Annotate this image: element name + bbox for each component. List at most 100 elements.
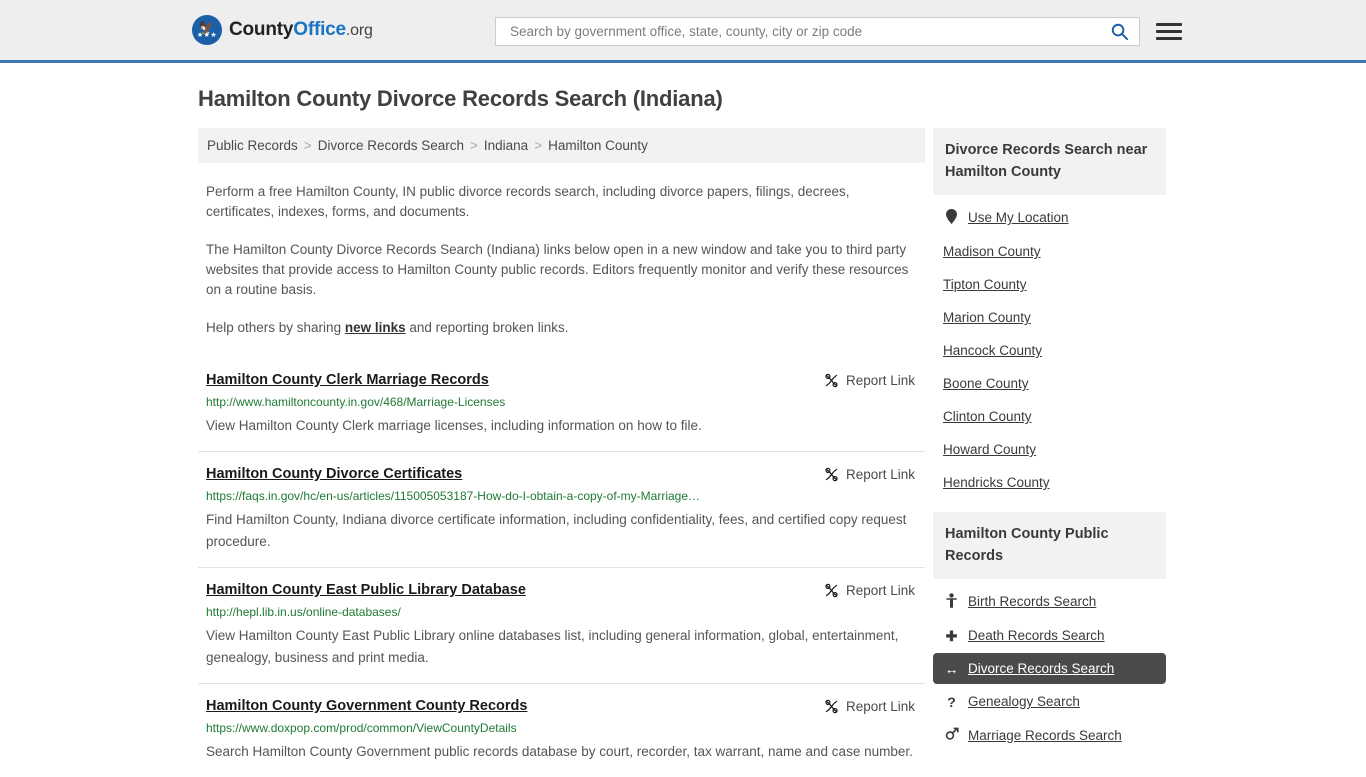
logo-text-part2: Office (293, 19, 346, 40)
broken-link-icon (825, 583, 838, 598)
result-description: View Hamilton County Clerk marriage lice… (206, 418, 702, 433)
result-title-link[interactable]: Hamilton County Government County Record… (206, 698, 810, 714)
sidebar-panel-list: Use My Location Madison County Tipton Coun… (933, 195, 1166, 498)
sidebar-item-clinton-county[interactable]: Clinton County (933, 401, 1166, 432)
cross-icon: ✚ (945, 627, 958, 644)
search-icon (1111, 23, 1129, 41)
breadcrumb-item-2[interactable]: Indiana (484, 138, 528, 153)
intro-section: Perform a free Hamilton County, IN publi… (198, 182, 925, 338)
report-link-label: Report Link (845, 467, 915, 482)
sidebar-panel-list: Birth Records Search ✚ Death Records Searc… (933, 579, 1166, 751)
sidebar-item-label: Birth Records Search (968, 594, 1097, 609)
broken-link-icon (825, 699, 838, 714)
intro-paragraph-1: Perform a free Hamilton County, IN publi… (206, 184, 850, 219)
report-link-label: Report Link (845, 373, 915, 388)
sidebar-item-label: Marion County (943, 310, 1031, 325)
report-link-button[interactable]: Report Link (824, 466, 915, 482)
result-item: Hamilton County Divorce Certificates Repo… (198, 451, 925, 567)
result-item: Hamilton County East Public Library Data… (198, 567, 925, 683)
intro-p3-before: Help others by sharing (206, 320, 345, 335)
search-area (495, 17, 1182, 46)
report-link-button[interactable]: Report Link (824, 372, 915, 388)
map-pin-icon (943, 209, 960, 226)
sidebar-panel: Hamilton County Public Records Birth Reco… (933, 512, 1166, 751)
site-header: 🦅 ★★★ CountyOffice.org (0, 0, 1366, 63)
sidebar-item-label: Madison County (943, 244, 1041, 259)
breadcrumb-separator: > (534, 138, 543, 153)
results-list: Hamilton County Clerk Marriage Records Re… (198, 358, 925, 777)
result-item: Hamilton County Government County Record… (198, 683, 925, 777)
sidebar-item-label: Divorce Records Search (968, 661, 1115, 676)
result-url: http://www.hamiltoncounty.in.gov/468/Mar… (206, 395, 506, 409)
broken-link-icon (825, 467, 838, 482)
sidebar-item-tipton-county[interactable]: Tipton County (933, 269, 1166, 300)
result-description: View Hamilton County East Public Library… (206, 628, 899, 665)
sidebar-item-label: Clinton County (943, 409, 1032, 424)
sidebar-item-label: Use My Location (968, 210, 1069, 225)
question-mark-icon: ? (947, 693, 956, 710)
sidebar-item-howard-county[interactable]: Howard County (933, 434, 1166, 465)
result-url: https://www.doxpop.com/prod/common/ViewC… (206, 721, 517, 735)
sidebar-item-hendricks-county[interactable]: Hendricks County (933, 467, 1166, 498)
sidebar-panel: Divorce Records Search near Hamilton Cou… (933, 128, 1166, 498)
logo-text-part1: County (229, 19, 294, 40)
hamburger-menu-icon[interactable] (1156, 23, 1182, 40)
result-title-link[interactable]: Hamilton County East Public Library Data… (206, 582, 810, 598)
search-box[interactable] (495, 17, 1140, 46)
content-columns: Public Records > Divorce Records Search … (0, 128, 1366, 777)
result-url: http://hepl.lib.in.us/online-databases/ (206, 605, 401, 619)
sidebar-item-marriage-records-search[interactable]: Marriage Records Search (933, 719, 1166, 751)
report-link-button[interactable]: Report Link (824, 698, 915, 714)
sidebar-item-boone-county[interactable]: Boone County (933, 368, 1166, 399)
sidebar-item-label: Marriage Records Search (968, 727, 1122, 743)
result-url: https://faqs.in.gov/hc/en-us/articles/11… (206, 489, 701, 503)
breadcrumb-item-0[interactable]: Public Records (207, 138, 298, 153)
breadcrumb-item-3[interactable]: Hamilton County (548, 138, 648, 153)
main-column: Public Records > Divorce Records Search … (198, 128, 925, 777)
page-title: Hamilton County Divorce Records Search (… (198, 86, 723, 111)
search-input[interactable] (508, 23, 1108, 40)
sidebar: Divorce Records Search near Hamilton Cou… (933, 128, 1166, 777)
sidebar-item-birth-records-search[interactable]: Birth Records Search (933, 585, 1166, 618)
result-header: Hamilton County Divorce Certificates Repo… (206, 466, 915, 482)
result-header: Hamilton County Clerk Marriage Records Re… (206, 372, 915, 388)
sidebar-item-label: Howard County (943, 442, 1037, 457)
result-header: Hamilton County East Public Library Data… (206, 582, 915, 598)
gender-symbols-icon (943, 727, 960, 743)
sidebar-item-divorce-records-search[interactable]: ↔ Divorce Records Search (933, 653, 1166, 684)
sidebar-item-marion-county[interactable]: Marion County (933, 302, 1166, 333)
report-link-label: Report Link (845, 699, 915, 714)
result-item: Hamilton County Clerk Marriage Records Re… (198, 358, 925, 451)
split-arrows-icon: ↔ (944, 660, 959, 677)
report-link-label: Report Link (845, 583, 915, 598)
result-description: Search Hamilton County Government public… (206, 744, 913, 759)
new-links-link[interactable]: new links (345, 320, 406, 335)
breadcrumb: Public Records > Divorce Records Search … (198, 128, 925, 163)
sidebar-item-madison-county[interactable]: Madison County (933, 236, 1166, 267)
sidebar-panel-heading: Divorce Records Search near Hamilton Cou… (933, 128, 1166, 195)
sidebar-item-genealogy-search[interactable]: ? Genealogy Search (933, 686, 1166, 717)
site-logo[interactable]: 🦅 ★★★ CountyOffice.org (192, 15, 373, 45)
sidebar-item-death-records-search[interactable]: ✚ Death Records Search (933, 620, 1166, 651)
search-button[interactable] (1108, 22, 1131, 41)
result-title-link[interactable]: Hamilton County Clerk Marriage Records (206, 372, 810, 388)
baby-icon (943, 593, 960, 610)
logo-text: CountyOffice.org (229, 19, 373, 41)
broken-link-icon (825, 373, 838, 388)
sidebar-item-label: Tipton County (943, 277, 1027, 292)
result-header: Hamilton County Government County Record… (206, 698, 915, 714)
intro-paragraph-3: Help others by sharing new links and rep… (206, 318, 915, 338)
sidebar-panel-heading: Hamilton County Public Records (933, 512, 1166, 579)
eagle-seal-icon: 🦅 ★★★ (192, 15, 222, 45)
sidebar-item-label: Hendricks County (943, 475, 1050, 490)
sidebar-item-hancock-county[interactable]: Hancock County (933, 335, 1166, 366)
result-title-link[interactable]: Hamilton County Divorce Certificates (206, 466, 810, 482)
sidebar-item-use-my-location[interactable]: Use My Location (933, 201, 1166, 234)
intro-paragraph-2: The Hamilton County Divorce Records Sear… (206, 242, 909, 297)
intro-p3-after: and reporting broken links. (405, 320, 569, 335)
sidebar-item-label: Genealogy Search (968, 694, 1080, 709)
breadcrumb-item-1[interactable]: Divorce Records Search (318, 138, 464, 153)
sidebar-item-label: Hancock County (943, 343, 1043, 358)
report-link-button[interactable]: Report Link (824, 582, 915, 598)
sidebar-item-label: Boone County (943, 376, 1029, 391)
